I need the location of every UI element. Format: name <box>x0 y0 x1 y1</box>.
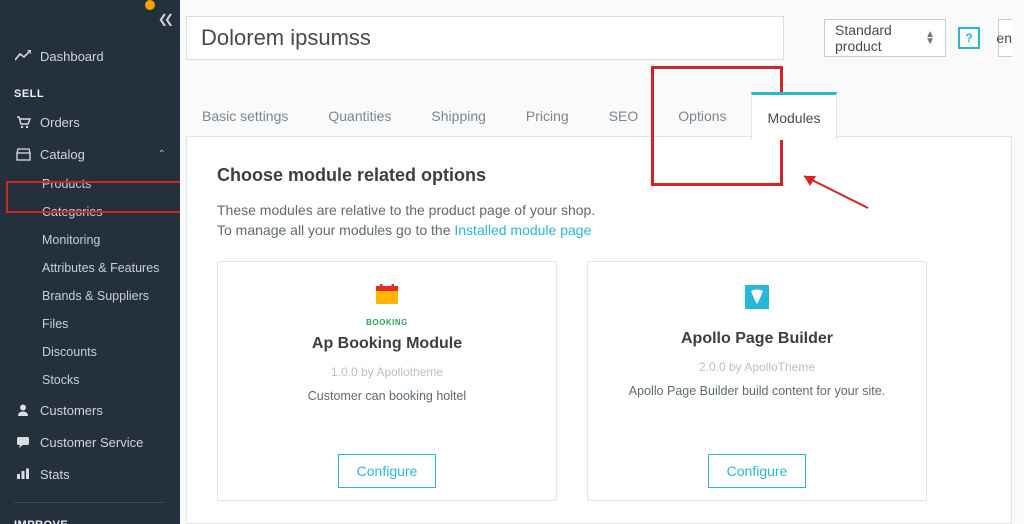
module-title: Ap Booking Module <box>312 335 462 353</box>
tab-shipping[interactable]: Shipping <box>415 92 502 140</box>
module-description: Customer can booking holtel <box>308 389 466 403</box>
modules-panel: Choose module related options These modu… <box>186 136 1012 524</box>
sidebar-item-attributes-features[interactable]: Attributes & Features <box>24 254 180 282</box>
sidebar-item-label: Products <box>42 177 91 191</box>
notification-dot <box>145 0 155 10</box>
tab-quantities[interactable]: Quantities <box>312 92 407 140</box>
sidebar-item-label: Files <box>42 317 68 331</box>
cart-icon <box>14 114 32 130</box>
sidebar-item-label: Brands & Suppliers <box>42 289 149 303</box>
sidebar-item-label: Stocks <box>42 373 80 387</box>
module-byline: 1.0.0 by Apollotheme <box>331 365 443 379</box>
bars-icon <box>14 466 32 482</box>
installed-modules-link[interactable]: Installed module page <box>454 222 591 238</box>
sidebar-item-label: Customers <box>40 403 103 418</box>
help-button[interactable]: ? <box>958 27 980 49</box>
sidebar-item-customer-service[interactable]: Customer Service <box>0 426 180 458</box>
sidebar-item-stats[interactable]: Stats <box>0 458 180 490</box>
module-byline: 2.0.0 by ApolloTheme <box>699 360 815 374</box>
module-title: Apollo Page Builder <box>681 330 833 348</box>
sort-icon: ▲▼ <box>925 31 935 45</box>
sidebar-item-categories[interactable]: Categories <box>24 198 180 226</box>
sidebar-item-discounts[interactable]: Discounts <box>24 338 180 366</box>
sidebar-item-label: Stats <box>40 467 70 482</box>
sidebar-item-dashboard[interactable]: Dashboard <box>0 40 180 72</box>
module-card-ap-booking: BOOKING Ap Booking Module 1.0.0 by Apoll… <box>217 261 557 501</box>
language-select[interactable]: en <box>998 19 1012 57</box>
person-icon <box>14 402 32 418</box>
tab-pricing[interactable]: Pricing <box>510 92 585 140</box>
sidebar: ❮❮ Dashboard SELL Orders Catalog ⌃ Produ… <box>0 0 180 524</box>
sidebar-section-sell: SELL <box>0 72 180 106</box>
sidebar-item-label: Customer Service <box>40 435 143 450</box>
module-cards: BOOKING Ap Booking Module 1.0.0 by Apoll… <box>217 261 981 501</box>
product-type-select[interactable]: Standard product ▲▼ <box>824 19 946 57</box>
sidebar-item-customers[interactable]: Customers <box>0 394 180 426</box>
sidebar-item-brands-suppliers[interactable]: Brands & Suppliers <box>24 282 180 310</box>
sidebar-item-stocks[interactable]: Stocks <box>24 366 180 394</box>
main-area: Standard product ▲▼ ? en Basic settings … <box>180 0 1024 524</box>
tab-seo[interactable]: SEO <box>593 92 655 140</box>
sidebar-item-label: Orders <box>40 115 80 130</box>
product-type-label: Standard product <box>835 22 925 54</box>
panel-heading: Choose module related options <box>217 165 981 186</box>
sidebar-item-label: Categories <box>42 205 102 219</box>
help-icon: ? <box>965 31 972 45</box>
sidebar-item-label: Attributes & Features <box>42 261 159 275</box>
sidebar-item-products[interactable]: Products <box>24 170 180 198</box>
tab-options[interactable]: Options <box>662 92 742 140</box>
collapse-sidebar-icon[interactable]: ❮❮ <box>158 12 170 26</box>
sidebar-item-monitoring[interactable]: Monitoring <box>24 226 180 254</box>
module-description: Apollo Page Builder build content for yo… <box>629 384 885 398</box>
sidebar-item-label: Catalog <box>40 147 85 162</box>
module-card-apollo-page-builder: Apollo Page Builder 2.0.0 by ApolloTheme… <box>587 261 927 501</box>
trend-icon <box>14 48 32 64</box>
booking-module-icon <box>370 280 404 314</box>
tabs: Basic settings Quantities Shipping Prici… <box>186 90 1024 140</box>
sidebar-item-label: Monitoring <box>42 233 100 247</box>
page-builder-module-icon <box>740 280 774 314</box>
chat-icon <box>14 434 32 450</box>
tab-modules[interactable]: Modules <box>751 92 838 140</box>
title-bar: Standard product ▲▼ ? en <box>186 14 1012 62</box>
configure-button[interactable]: Configure <box>708 454 807 488</box>
sidebar-item-label: Dashboard <box>40 49 104 64</box>
sidebar-item-label: Discounts <box>42 345 97 359</box>
sidebar-catalog-submenu: Products Categories Monitoring Attribute… <box>0 170 180 394</box>
booking-badge: BOOKING <box>366 318 408 327</box>
tab-basic-settings[interactable]: Basic settings <box>186 92 304 140</box>
sidebar-item-files[interactable]: Files <box>24 310 180 338</box>
chevron-up-icon: ⌃ <box>158 149 166 160</box>
sidebar-section-improve: IMPROVE <box>0 503 180 524</box>
store-icon <box>14 146 32 162</box>
product-name-input[interactable] <box>186 16 784 60</box>
sidebar-item-orders[interactable]: Orders <box>0 106 180 138</box>
sidebar-item-catalog[interactable]: Catalog ⌃ <box>0 138 180 170</box>
panel-description: These modules are relative to the produc… <box>217 200 981 241</box>
configure-button[interactable]: Configure <box>338 454 437 488</box>
